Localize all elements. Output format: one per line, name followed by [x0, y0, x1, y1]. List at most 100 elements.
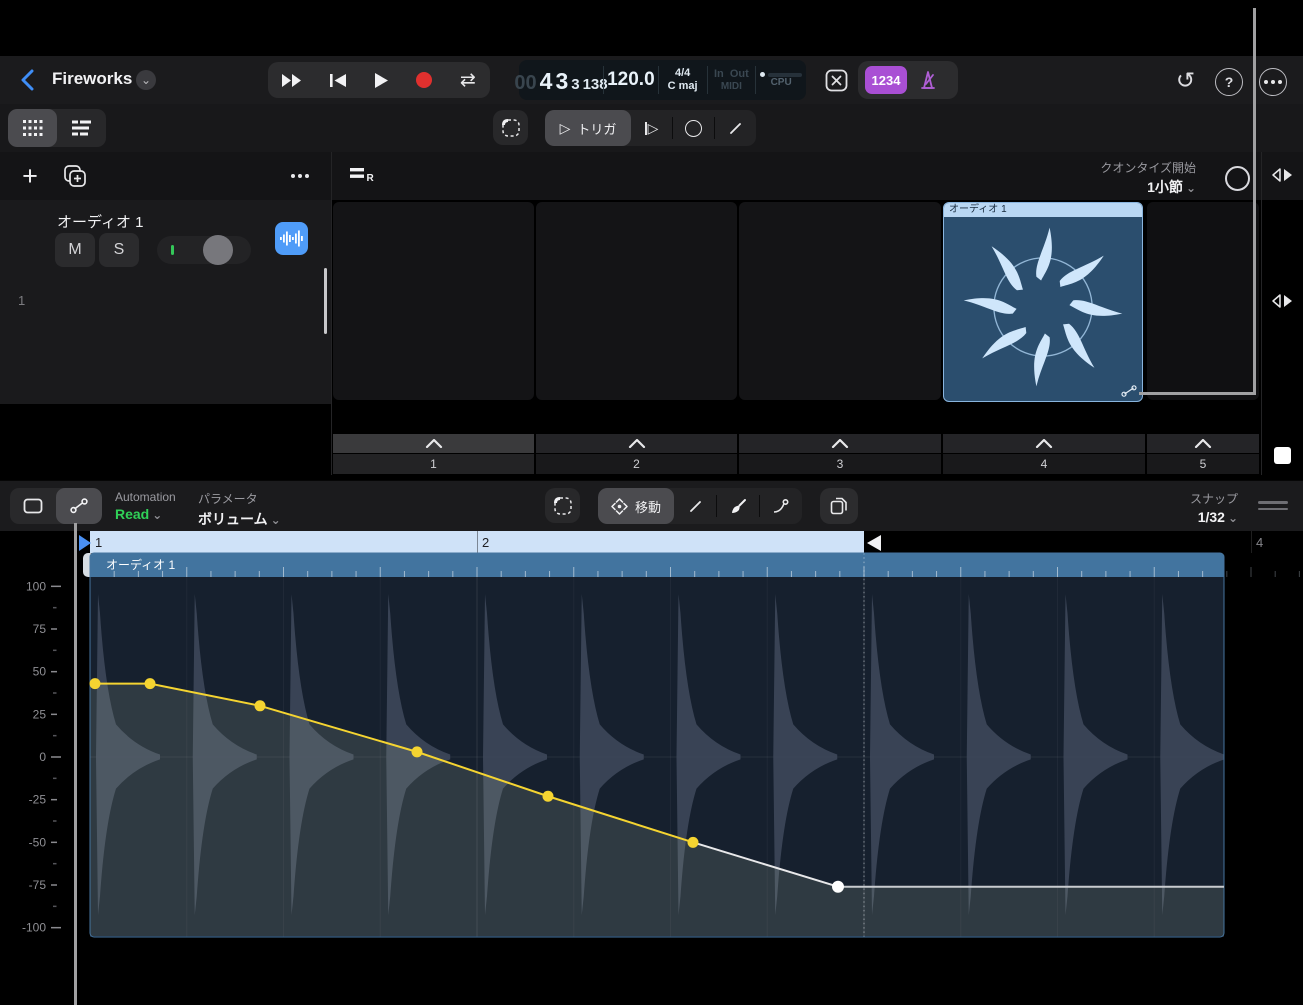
logic-pro-window: Fireworks ⌄ ⇄ 00 4 3 3 138	[0, 0, 1303, 1005]
axis-label: 75	[33, 622, 47, 636]
grid-cell-empty[interactable]	[1147, 202, 1259, 400]
clear-cell-button[interactable]	[822, 67, 850, 93]
play-button[interactable]	[375, 73, 388, 88]
disclosure-icon: ⌄	[1228, 511, 1238, 525]
scene-trigger-button[interactable]	[333, 434, 534, 453]
more-button[interactable]	[1259, 68, 1287, 96]
track-name[interactable]: オーディオ 1	[57, 211, 143, 232]
add-track-button[interactable]: +	[16, 162, 44, 190]
parameter-value: ボリューム	[198, 511, 268, 527]
lcd-position-beat: 3	[555, 68, 568, 95]
record-button[interactable]	[416, 72, 432, 88]
duplicate-track-button[interactable]	[62, 163, 88, 189]
title-disclosure-button[interactable]: ⌄	[136, 70, 156, 90]
automation-point[interactable]	[90, 678, 101, 689]
automation-point[interactable]	[688, 837, 699, 848]
divider	[331, 152, 332, 475]
snap-control[interactable]: スナップ 1/32⌄	[1140, 490, 1238, 525]
help-button[interactable]: ?	[1215, 68, 1243, 96]
automation-point[interactable]	[832, 881, 844, 893]
region-icon	[23, 498, 43, 514]
play-from-button[interactable]: ▷	[631, 110, 672, 146]
curve-icon	[772, 499, 790, 514]
scene-number[interactable]: 1	[333, 454, 534, 474]
curve-tool-button[interactable]	[760, 488, 802, 524]
scene-play-button[interactable]	[1268, 165, 1298, 185]
fast-forward-button[interactable]	[282, 74, 302, 87]
axis-label: 50	[33, 665, 47, 679]
tracks-view-button[interactable]	[57, 109, 106, 147]
multi-select-button[interactable]	[493, 110, 528, 145]
pencil-tool-button[interactable]	[674, 488, 716, 524]
automation-editor[interactable]: 1007550250-25-50-75-100124オーディオ 1	[0, 530, 1303, 1005]
stop-all-button[interactable]	[1274, 447, 1291, 464]
record-cell-button[interactable]	[673, 110, 714, 146]
grid-view-button[interactable]	[8, 109, 57, 147]
grid-cell-empty[interactable]	[536, 202, 737, 400]
ruler-bar-line	[1251, 531, 1252, 553]
go-to-beginning-button[interactable]	[330, 74, 346, 87]
automation-point[interactable]	[543, 791, 554, 802]
mute-button[interactable]: M	[55, 233, 95, 267]
scene-header-button[interactable]: R	[350, 166, 376, 186]
cycle-end-marker[interactable]	[867, 535, 881, 551]
playhead-marker[interactable]	[79, 535, 91, 551]
fader-knob[interactable]	[203, 235, 233, 265]
cycle-button[interactable]: ⇄	[460, 69, 476, 92]
scene-trigger-button[interactable]	[739, 434, 941, 453]
fader-level-indicator	[171, 245, 174, 255]
lcd-display[interactable]: 00 4 3 3 138 120.0 4/4 C maj In Out MIDI	[519, 60, 806, 100]
mute-label: M	[68, 241, 81, 259]
scene-number[interactable]: 4	[943, 454, 1145, 474]
trigger-mode-button[interactable]: ▷ トリガ	[545, 110, 631, 146]
quantize-start-control[interactable]: クオンタイズ開始 1小節⌄	[1040, 159, 1196, 197]
count-in-button[interactable]: 1234	[865, 66, 907, 94]
track-volume-fader[interactable]	[157, 236, 251, 264]
automation-mode-control[interactable]: Automation Read⌄	[115, 490, 176, 522]
track-header[interactable]: 1 オーディオ 1 M S	[0, 200, 331, 404]
scene-number[interactable]: 3	[739, 454, 941, 474]
ruler-bar-number: 1	[95, 535, 102, 550]
scene-number[interactable]: 2	[536, 454, 737, 474]
back-button[interactable]	[14, 68, 40, 92]
parameter-label: パラメータ	[198, 490, 281, 507]
grid-cell-empty[interactable]	[739, 202, 941, 400]
snap-value: 1/32	[1198, 509, 1225, 525]
grid-cell-empty[interactable]	[333, 202, 534, 400]
track-more-button[interactable]	[286, 164, 314, 188]
editor-multi-select-button[interactable]	[545, 488, 580, 523]
grid-record-enable-button[interactable]	[1225, 166, 1250, 191]
ellipsis-icon	[291, 174, 309, 178]
pencil-icon	[728, 121, 743, 136]
solo-button[interactable]: S	[99, 233, 139, 267]
copy-paste-button[interactable]	[820, 488, 858, 524]
scene-trigger-button[interactable]	[536, 434, 737, 453]
project-title[interactable]: Fireworks	[52, 69, 132, 89]
automation-editor-canvas[interactable]: 1007550250-25-50-75-100124オーディオ 1	[0, 530, 1303, 1005]
editor-resize-handle[interactable]	[1258, 501, 1288, 510]
midi-out-label: Out	[730, 68, 749, 80]
play-outline-icon: ▷	[560, 120, 571, 137]
scene-trigger-button[interactable]	[943, 434, 1145, 453]
row-play-button[interactable]	[1268, 291, 1298, 311]
automation-point[interactable]	[145, 678, 156, 689]
parameter-control[interactable]: パラメータ ボリューム⌄	[198, 490, 281, 529]
audio-clip-cell[interactable]: オーディオ 1	[943, 202, 1143, 402]
move-tool-button[interactable]: 移動	[598, 488, 674, 524]
axis-label: -75	[29, 878, 47, 892]
key-value: C maj	[668, 80, 698, 93]
scene-trigger-button[interactable]	[1147, 434, 1259, 453]
edit-pencil-button[interactable]	[715, 110, 756, 146]
undo-button[interactable]: ↺	[1172, 67, 1199, 94]
track-icon-button[interactable]	[275, 222, 308, 255]
brush-tool-button[interactable]	[717, 488, 759, 524]
scene-number[interactable]: 5	[1147, 454, 1259, 474]
automation-point[interactable]	[412, 746, 423, 757]
vertical-scrollbar[interactable]	[324, 268, 327, 334]
region-edit-button[interactable]	[10, 488, 56, 524]
marquee-select-icon	[501, 118, 521, 138]
axis-label: -100	[22, 921, 46, 935]
automation-mode-button[interactable]	[56, 488, 102, 524]
metronome-icon[interactable]	[916, 68, 940, 92]
automation-point[interactable]	[255, 700, 266, 711]
